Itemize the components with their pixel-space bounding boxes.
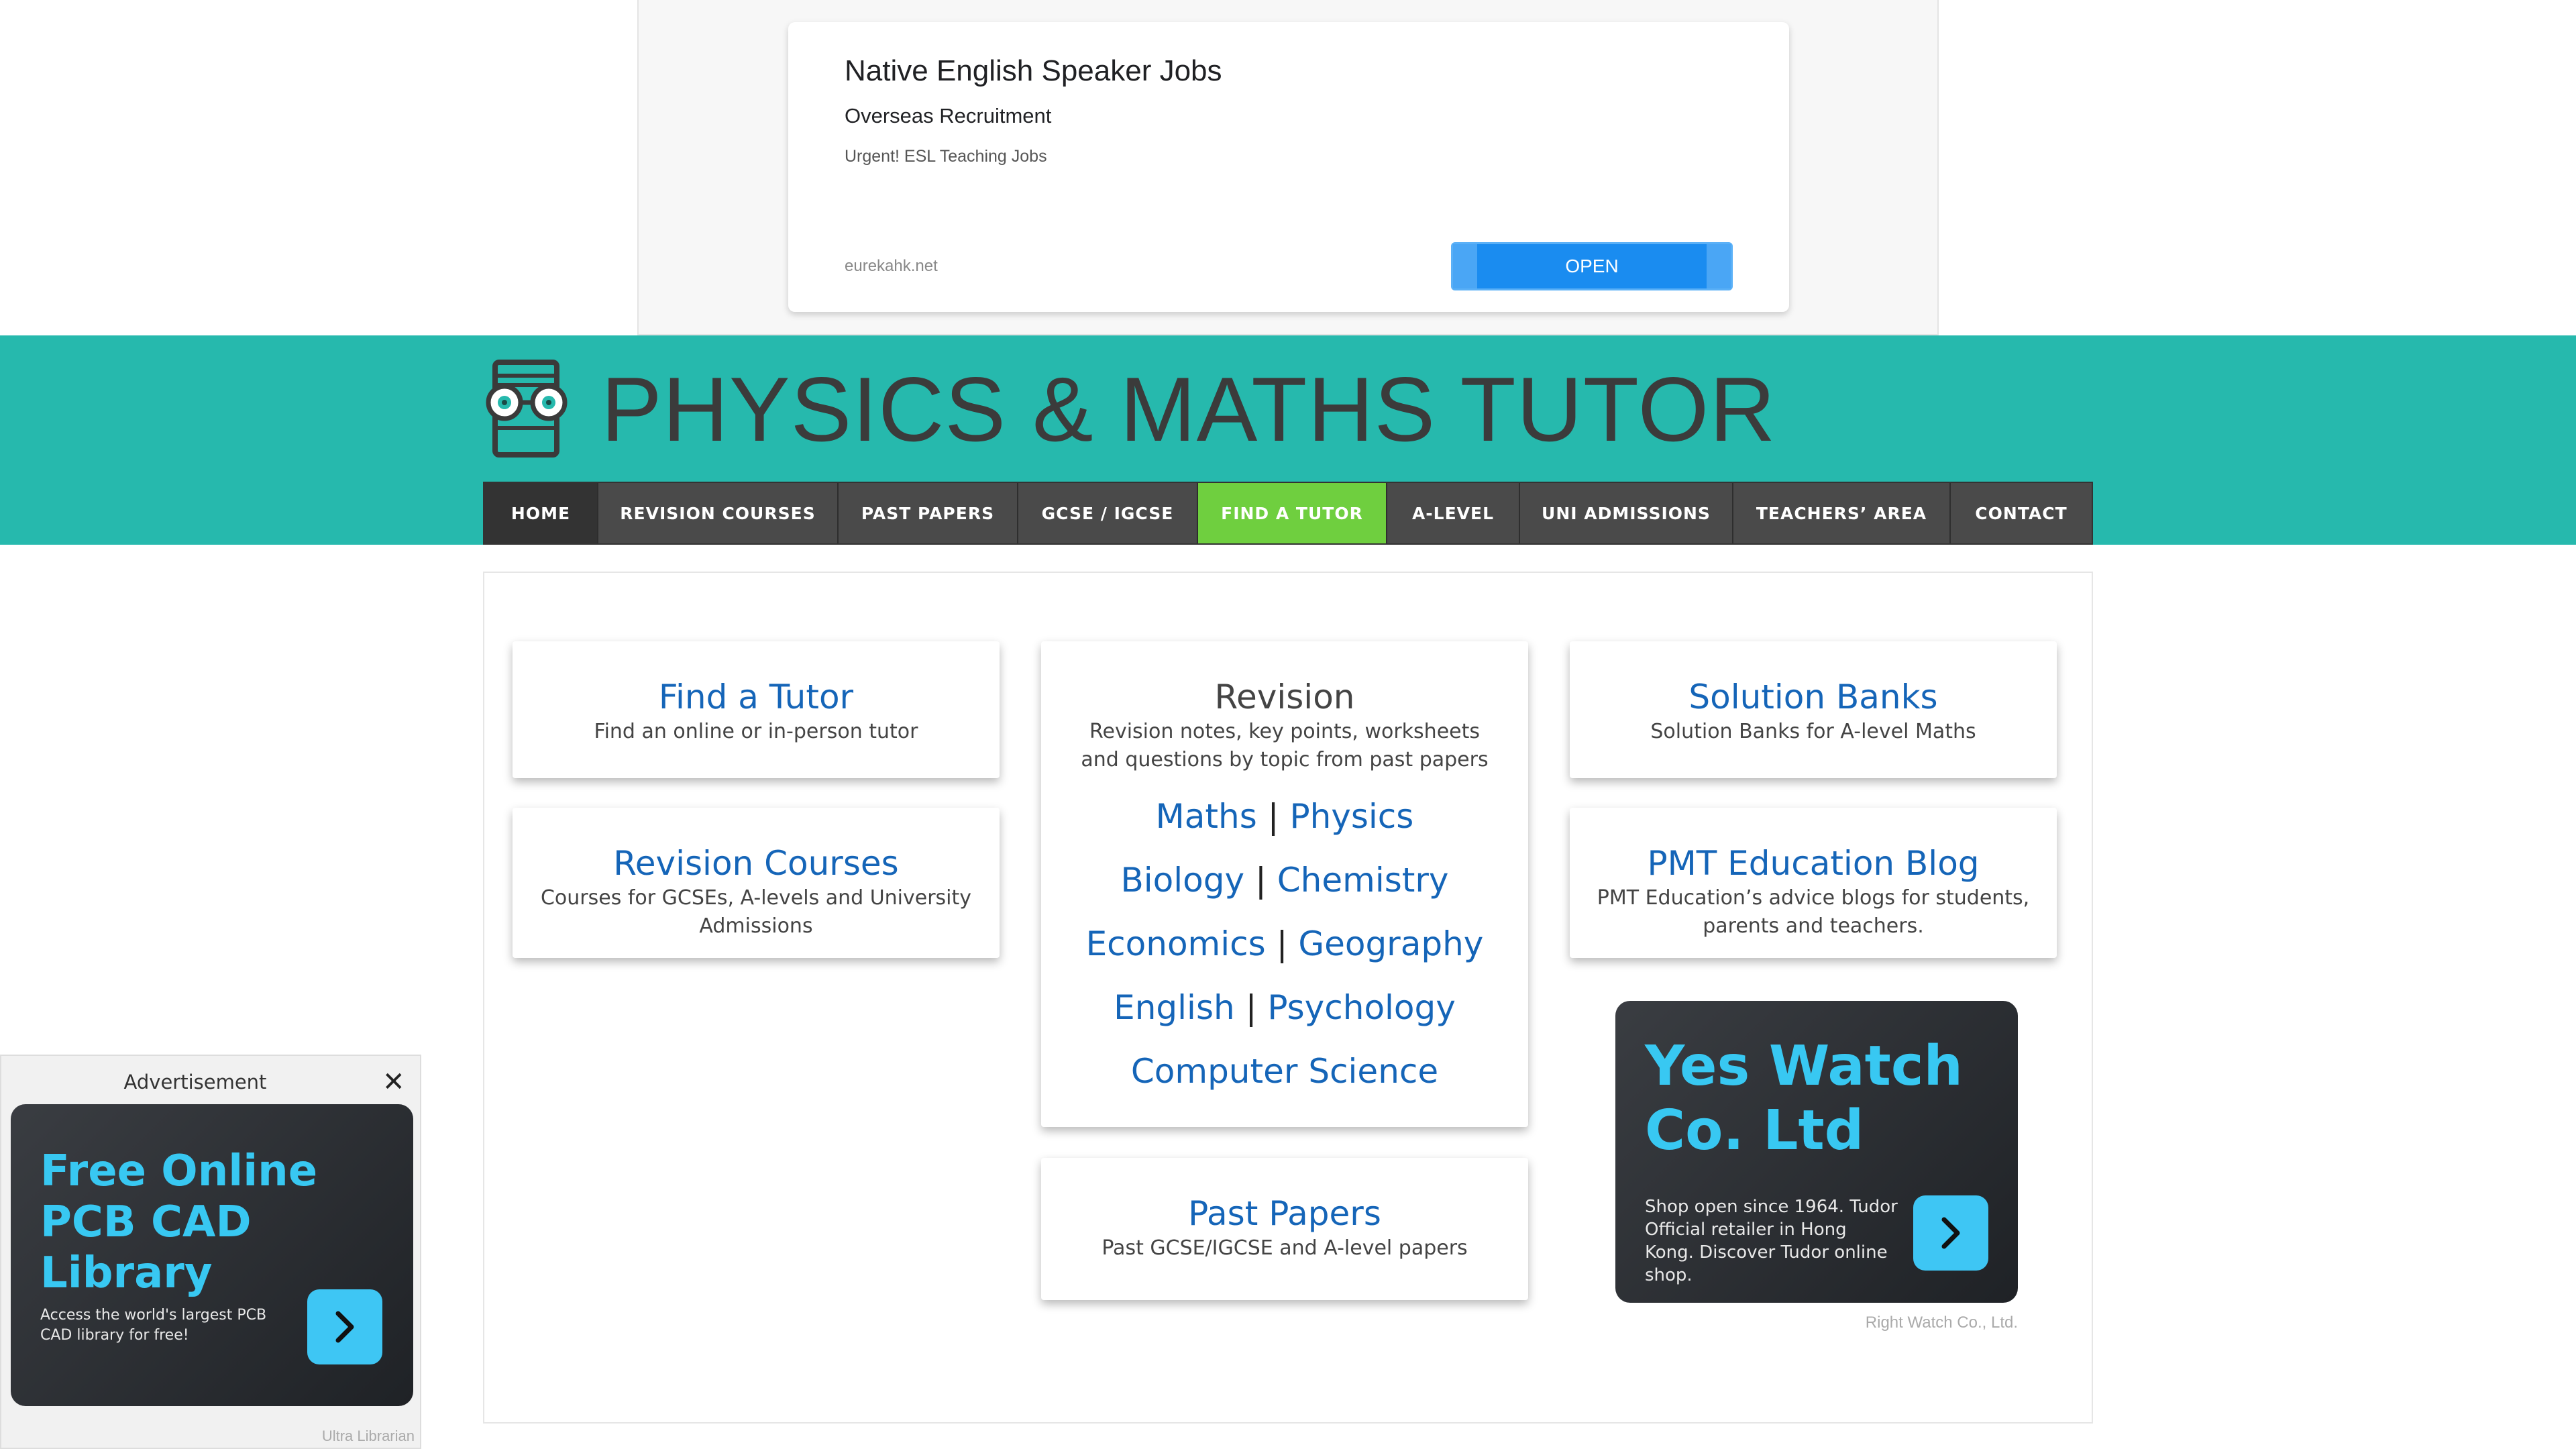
past-papers-card[interactable]: Past Papers Past GCSE/IGCSE and A-level … xyxy=(1041,1158,1528,1300)
subject-row: Biology | Chemistry xyxy=(1041,849,1528,912)
subject-geography-link[interactable]: Geography xyxy=(1298,924,1483,963)
separator: | xyxy=(1267,797,1279,836)
separator: | xyxy=(1254,861,1267,900)
revision-card: Revision Revision notes, key points, wor… xyxy=(1041,641,1528,1127)
nav-revision-courses[interactable]: REVISION COURSES xyxy=(598,483,839,543)
subject-row: Computer Science xyxy=(1041,1040,1528,1104)
ad-subheadline[interactable]: Overseas Recruitment xyxy=(845,104,1051,128)
subject-physics-link[interactable]: Physics xyxy=(1289,797,1413,836)
find-tutor-title[interactable]: Find a Tutor xyxy=(513,676,1000,718)
revision-courses-desc: Courses for GCSEs, A-levels and Universi… xyxy=(540,886,972,938)
nav-uni-admissions[interactable]: UNI ADMISSIONS xyxy=(1520,483,1733,543)
blog-title[interactable]: PMT Education Blog xyxy=(1570,843,2057,884)
past-papers-desc: Past GCSE/IGCSE and A-level papers xyxy=(1102,1236,1468,1260)
nav-gcse-igcse[interactable]: GCSE / IGCSE xyxy=(1018,483,1198,543)
book-with-glasses-icon[interactable] xyxy=(483,358,572,459)
nav-contact[interactable]: CONTACT xyxy=(1951,483,2092,543)
ad-headline[interactable]: Native English Speaker Jobs xyxy=(845,54,1222,88)
revision-courses-title[interactable]: Revision Courses xyxy=(513,843,1000,884)
watch-advertisement[interactable]: Yes Watch Co. Ltd Shop open since 1964. … xyxy=(1615,1001,2018,1303)
pcb-ad-card[interactable]: Free Online PCB CAD Library Access the w… xyxy=(11,1104,413,1406)
subject-economics-link[interactable]: Economics xyxy=(1086,924,1266,963)
subject-psychology-link[interactable]: Psychology xyxy=(1267,988,1456,1027)
solution-banks-card[interactable]: Solution Banks Solution Banks for A-leve… xyxy=(1570,641,2057,778)
main-nav: HOME REVISION COURSES PAST PAPERS GCSE /… xyxy=(483,482,2093,545)
ad-open-label: OPEN xyxy=(1565,256,1619,276)
pcb-ad-headline[interactable]: Free Online PCB CAD Library xyxy=(40,1146,413,1299)
nav-teachers-area[interactable]: TEACHERS’ AREA xyxy=(1733,483,1951,543)
chevron-right-icon[interactable] xyxy=(307,1289,382,1364)
separator: | xyxy=(1245,988,1257,1027)
subject-row: Economics | Geography xyxy=(1041,912,1528,976)
subject-computer-science-link[interactable]: Computer Science xyxy=(1131,1052,1438,1091)
ad-label: Advertisement xyxy=(123,1071,267,1093)
revision-desc: Revision notes, key points, worksheets a… xyxy=(1081,720,1489,771)
subject-maths-link[interactable]: Maths xyxy=(1156,797,1257,836)
find-tutor-card[interactable]: Find a Tutor Find an online or in-person… xyxy=(513,641,1000,778)
blog-card[interactable]: PMT Education Blog PMT Education’s advic… xyxy=(1570,808,2057,958)
subject-links: Maths | Physics Biology | Chemistry Econ… xyxy=(1041,785,1528,1104)
solution-banks-title[interactable]: Solution Banks xyxy=(1570,676,2057,718)
nav-a-level[interactable]: A-LEVEL xyxy=(1387,483,1520,543)
solution-banks-desc: Solution Banks for A-level Maths xyxy=(1650,720,1976,743)
ad-body: Urgent! ESL Teaching Jobs xyxy=(845,147,1047,166)
nav-find-a-tutor[interactable]: FIND A TUTOR xyxy=(1198,483,1387,543)
blog-desc: PMT Education’s advice blogs for student… xyxy=(1597,886,2030,938)
ad-open-button[interactable]: OPEN xyxy=(1451,242,1733,290)
watch-ad-body: Shop open since 1964. Tudor Official ret… xyxy=(1645,1197,1898,1285)
past-papers-title[interactable]: Past Papers xyxy=(1041,1193,1528,1234)
ad-card[interactable]: Native English Speaker Jobs Overseas Rec… xyxy=(788,22,1789,312)
subject-row: Maths | Physics xyxy=(1041,785,1528,849)
revision-title: Revision xyxy=(1214,678,1355,716)
close-icon[interactable]: ✕ xyxy=(382,1067,405,1097)
revision-courses-card[interactable]: Revision Courses Courses for GCSEs, A-le… xyxy=(513,808,1000,958)
pcb-ad-footer[interactable]: Ultra Librarian xyxy=(322,1428,415,1445)
ad-domain[interactable]: eurekahk.net xyxy=(845,257,938,276)
watch-ad-footer[interactable]: Right Watch Co., Ltd. xyxy=(1811,1313,2018,1332)
page: Native English Speaker Jobs Overseas Rec… xyxy=(0,0,2576,1449)
find-tutor-desc: Find an online or in-person tutor xyxy=(594,720,918,743)
watch-ad-headline[interactable]: Yes Watch Co. Ltd xyxy=(1645,1034,2018,1163)
chevron-right-icon[interactable] xyxy=(1913,1195,1988,1271)
nav-past-papers[interactable]: PAST PAPERS xyxy=(839,483,1018,543)
subject-biology-link[interactable]: Biology xyxy=(1120,861,1244,900)
site-title[interactable]: PHYSICS & MATHS TUTOR xyxy=(601,356,1776,463)
nav-home[interactable]: HOME xyxy=(484,483,598,543)
subject-english-link[interactable]: English xyxy=(1114,988,1235,1027)
bottom-left-advertisement: Advertisement ✕ Free Online PCB CAD Libr… xyxy=(0,1055,421,1449)
separator: | xyxy=(1276,924,1288,963)
pcb-ad-body: Access the world's largest PCB CAD libra… xyxy=(40,1307,267,1344)
subject-row: English | Psychology xyxy=(1041,976,1528,1040)
subject-chemistry-link[interactable]: Chemistry xyxy=(1277,861,1449,900)
top-advertisement: Native English Speaker Jobs Overseas Rec… xyxy=(637,0,1939,335)
